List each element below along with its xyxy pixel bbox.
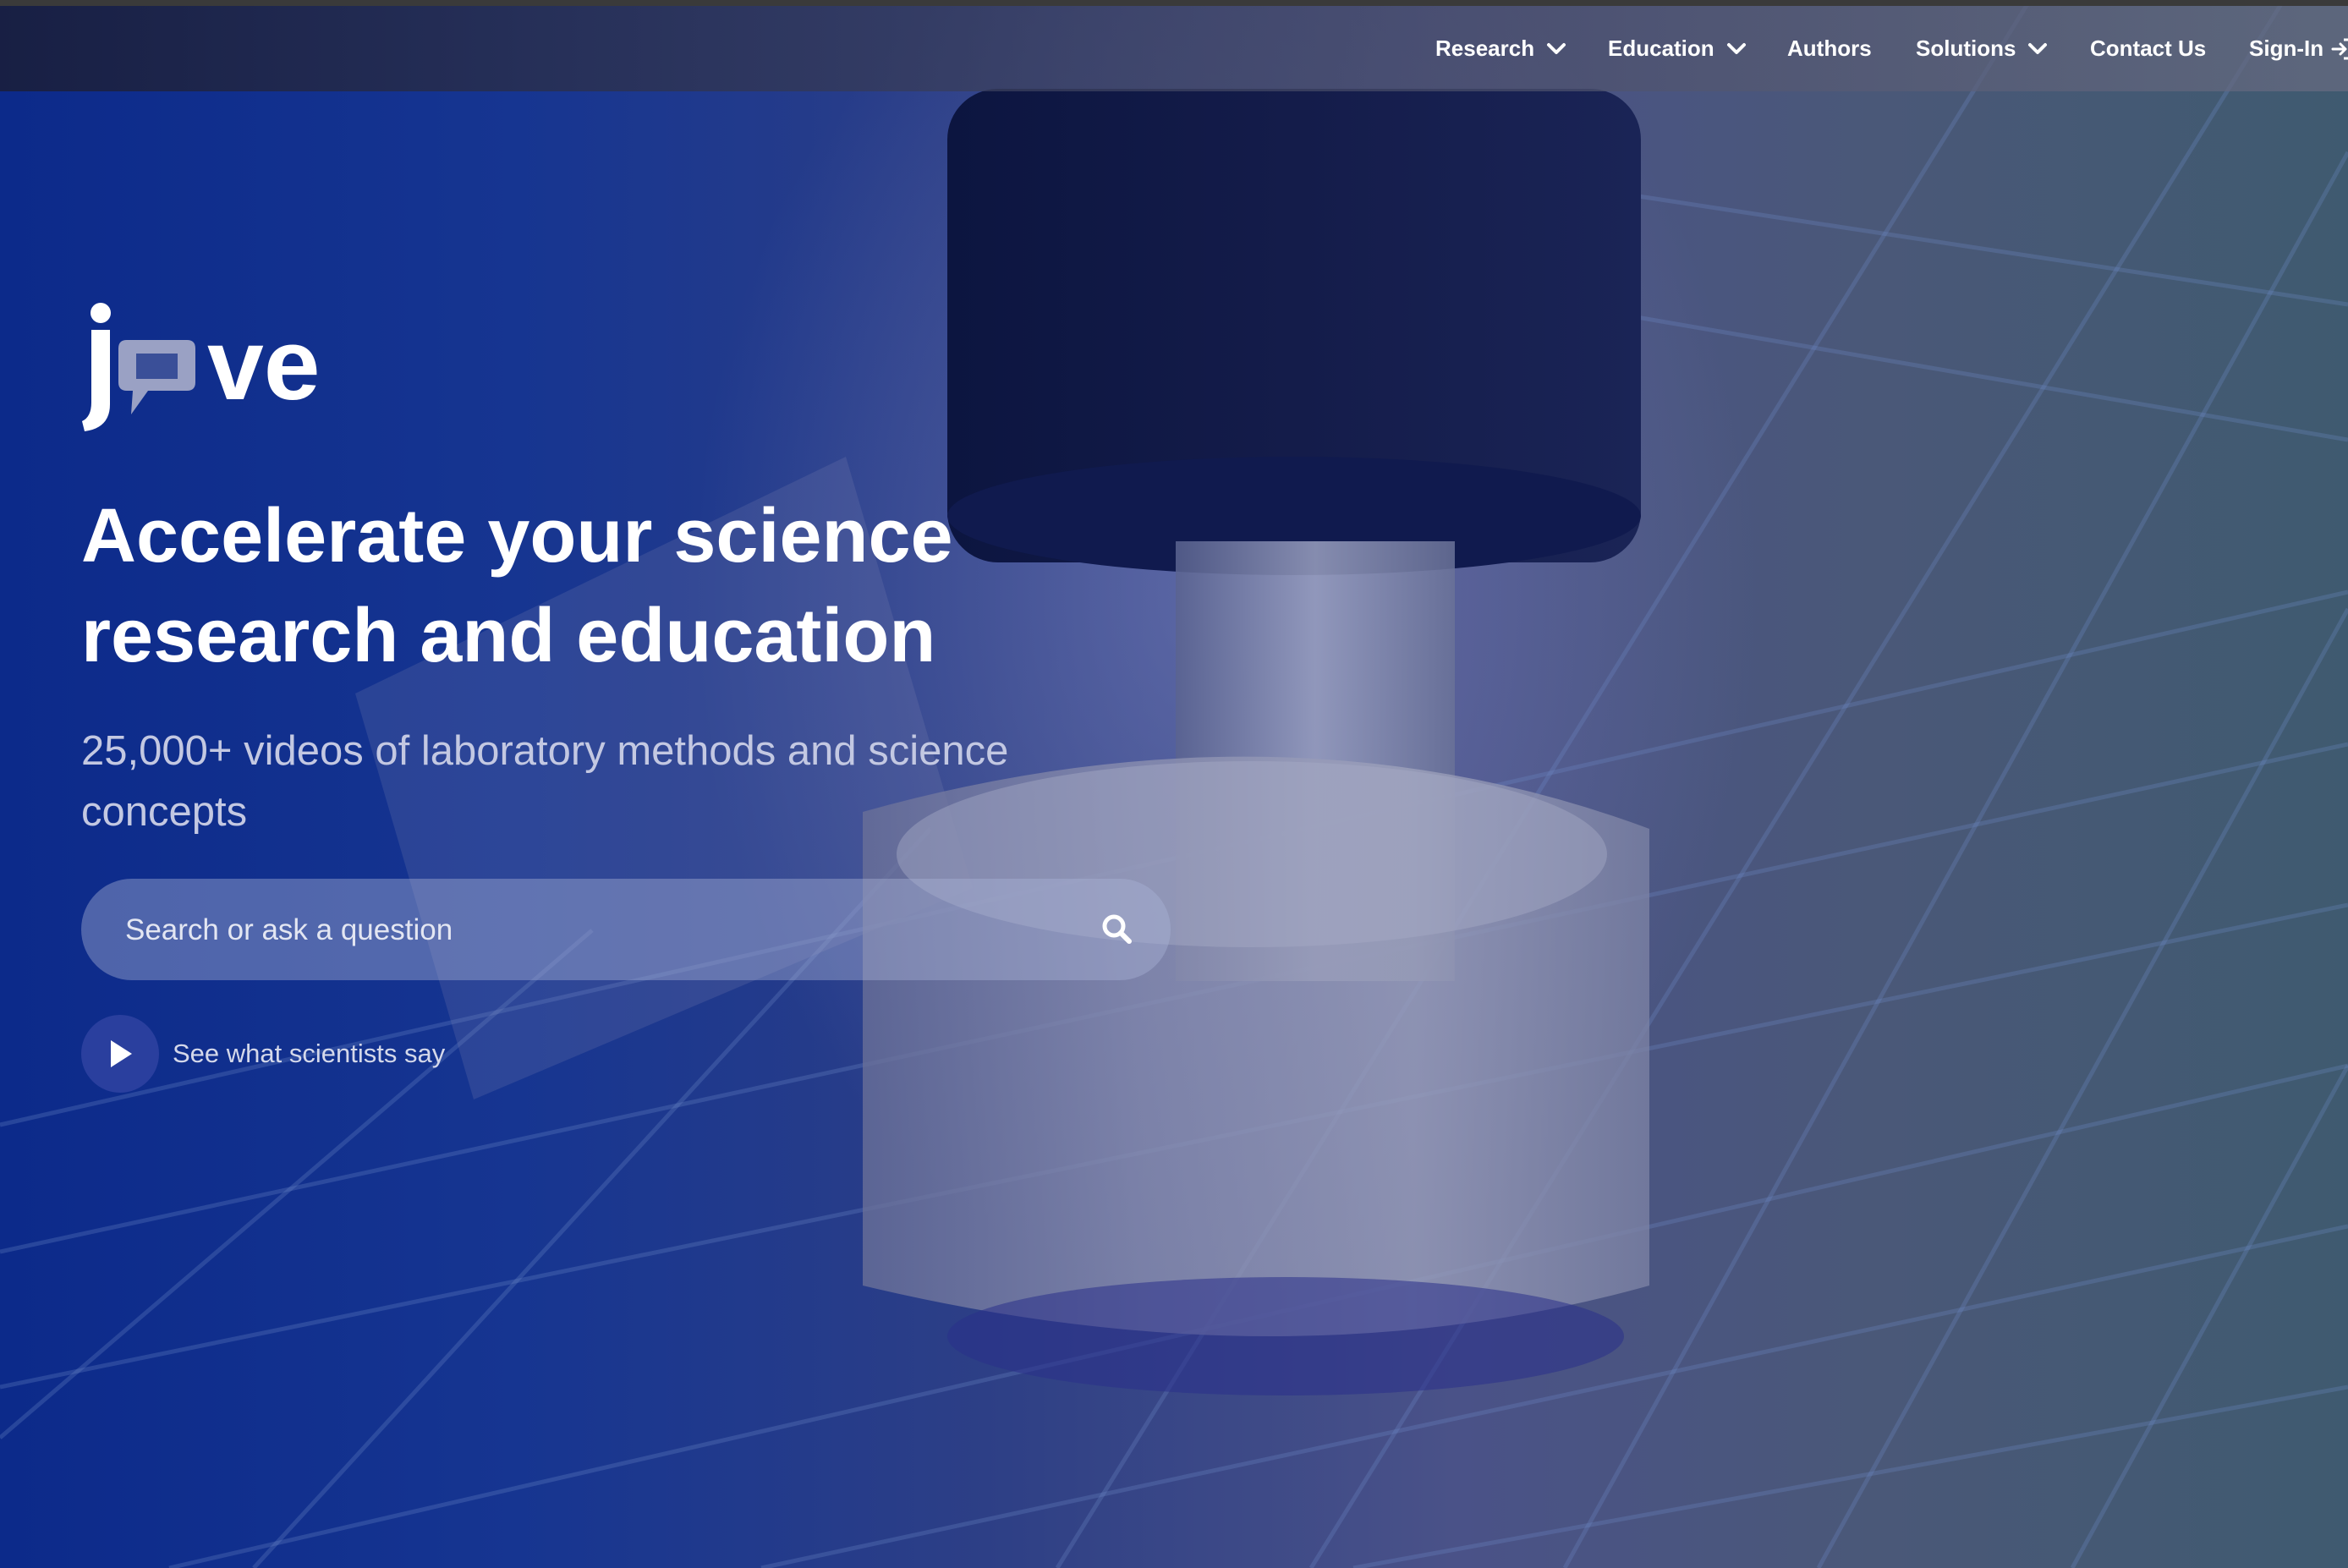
chevron-down-icon xyxy=(1726,42,1746,54)
nav-contact-us-label: Contact Us xyxy=(2090,36,2207,61)
nav-authors-label: Authors xyxy=(1787,36,1872,61)
play-icon xyxy=(111,1040,132,1067)
nav-research-label: Research xyxy=(1435,36,1535,61)
nav-authors[interactable]: Authors xyxy=(1787,6,1872,91)
sign-in-link[interactable]: Sign-In xyxy=(2249,6,2348,91)
hero-subtitle: 25,000+ videos of laboratory methods and… xyxy=(81,728,1009,835)
speech-bubble-icon xyxy=(118,340,195,414)
search-bar xyxy=(81,879,1171,982)
sign-in-label: Sign-In xyxy=(2249,36,2324,61)
jove-logo[interactable]: ve xyxy=(80,303,343,434)
nav-education-label: Education xyxy=(1608,36,1714,61)
top-border xyxy=(0,0,2348,6)
nav-solutions-label: Solutions xyxy=(1916,36,2016,61)
nav-research[interactable]: Research xyxy=(1435,6,1566,91)
chevron-down-icon xyxy=(2028,42,2048,54)
svg-text:ve: ve xyxy=(207,308,320,421)
play-button[interactable] xyxy=(81,1015,159,1093)
jove-logo-image: ve xyxy=(82,303,320,431)
search-input[interactable] xyxy=(123,879,1057,982)
search-icon[interactable] xyxy=(1099,911,1136,948)
chevron-down-icon xyxy=(1547,42,1566,54)
nav-contact-us[interactable]: Contact Us xyxy=(2090,6,2206,91)
see-what-scientists-say-button[interactable]: See what scientists say xyxy=(81,1015,445,1093)
top-navigation-bar: Research Education Authors Solutions Con… xyxy=(0,6,2348,91)
nav-solutions[interactable]: Solutions xyxy=(1916,6,2048,91)
video-cta-label: See what scientists say xyxy=(173,1039,446,1068)
hero-headline: Accelerate your science research and edu… xyxy=(81,494,953,678)
sign-in-icon xyxy=(2331,38,2348,59)
nav-education[interactable]: Education xyxy=(1608,6,1747,91)
